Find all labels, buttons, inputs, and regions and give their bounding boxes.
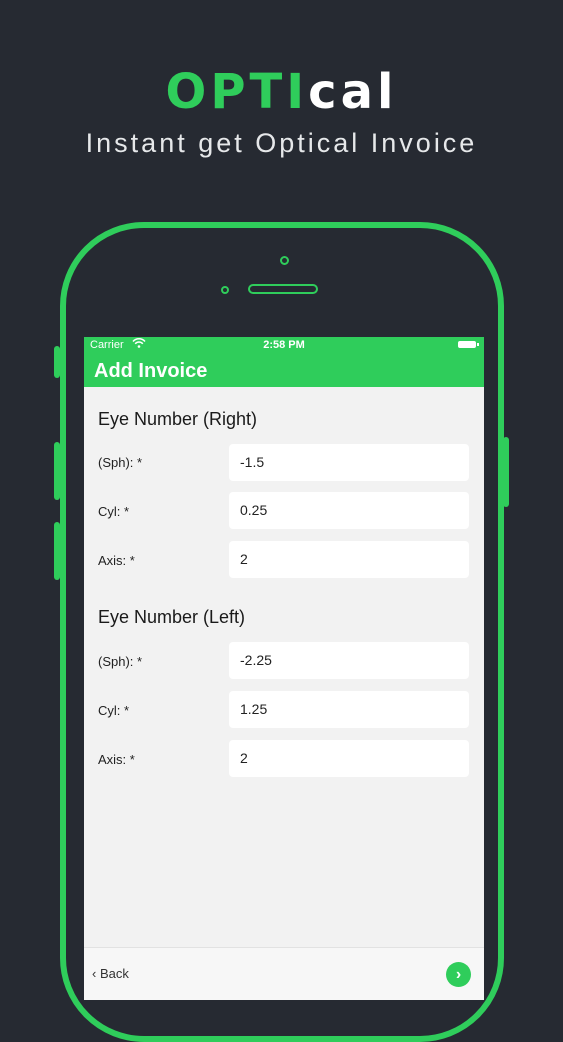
left-axis-input[interactable]: 2 <box>229 740 469 777</box>
chevron-left-icon: ‹ <box>92 966 97 981</box>
app-screen: Carrier 2:58 PM Add Invoice Eye Number (… <box>84 337 484 1000</box>
brand-logo: OPTIcal <box>0 62 563 122</box>
phone-volume-up <box>54 442 60 500</box>
right-axis-input[interactable]: 2 <box>229 541 469 578</box>
tagline: Instant get Optical Invoice <box>85 128 478 158</box>
status-bar: Carrier 2:58 PM <box>84 337 484 354</box>
earpiece-speaker <box>248 284 318 294</box>
right-sph-input[interactable]: -1.5 <box>229 444 469 481</box>
phone-power-button <box>503 437 509 507</box>
brand-part-2: cal <box>308 64 398 120</box>
app-header: Carrier 2:58 PM Add Invoice <box>84 337 484 387</box>
phone-silent-switch <box>54 346 60 378</box>
right-sph-label: (Sph): * <box>98 455 143 470</box>
page-title: Add Invoice <box>94 360 208 382</box>
back-label: Back <box>99 966 129 981</box>
left-axis-label: Axis: * <box>98 752 135 767</box>
chevron-right-icon: › <box>455 966 462 983</box>
proximity-sensor <box>221 286 229 294</box>
left-eye-section-title: Eye Number (Left) <box>98 607 246 627</box>
bottom-toolbar: ‹ Back › <box>84 947 484 1000</box>
left-cyl-input[interactable]: 1.25 <box>229 691 469 728</box>
right-eye-section-title: Eye Number (Right) <box>98 409 258 429</box>
left-sph-input[interactable]: -2.25 <box>229 642 469 679</box>
back-button[interactable]: ‹ Back <box>92 966 129 981</box>
phone-volume-down <box>54 522 60 580</box>
right-cyl-input[interactable]: 0.25 <box>229 492 469 529</box>
status-time: 2:58 PM <box>263 339 305 351</box>
next-button[interactable]: › <box>446 962 471 987</box>
brand-part-1: OPTI <box>165 64 309 120</box>
battery-icon <box>458 341 479 348</box>
front-camera <box>280 256 289 265</box>
left-cyl-label: Cyl: * <box>98 703 130 718</box>
right-cyl-label: Cyl: * <box>98 504 130 519</box>
left-sph-label: (Sph): * <box>98 654 143 669</box>
right-axis-label: Axis: * <box>98 553 135 568</box>
